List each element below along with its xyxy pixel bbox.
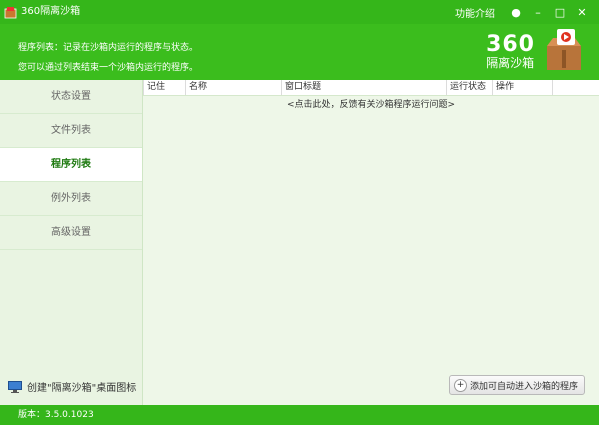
add-icon: + xyxy=(454,378,467,392)
create-desktop-icon-label: 创建"隔离沙箱"桌面图标 xyxy=(27,383,137,394)
close-button[interactable]: ✕ xyxy=(571,0,593,24)
app-logo-icon xyxy=(4,6,17,19)
monitor-icon xyxy=(8,380,22,393)
header-description-2: 您可以通过列表结束一个沙箱内运行的程序。 xyxy=(18,63,199,73)
sidebar-item-status-settings[interactable]: 状态设置 xyxy=(0,80,142,114)
create-desktop-icon-link[interactable]: 创建"隔离沙箱"桌面图标 xyxy=(8,379,136,394)
window-controls: 功能介绍 ● – □ ✕ xyxy=(455,0,593,24)
column-name[interactable]: 名称 xyxy=(185,80,281,95)
title-bar: 360隔离沙箱 功能介绍 ● – □ ✕ xyxy=(0,0,599,24)
table-header: 记住 名称 窗口标题 运行状态 操作 xyxy=(143,80,599,96)
sidebar-item-file-list[interactable]: 文件列表 xyxy=(0,114,142,148)
sidebar-item-advanced-settings[interactable]: 高级设置 xyxy=(0,216,142,250)
column-run-status[interactable]: 运行状态 xyxy=(446,80,492,95)
maximize-button[interactable]: □ xyxy=(549,0,571,24)
sidebar: 状态设置 文件列表 程序列表 例外列表 高级设置 创建"隔离沙箱"桌面图标 xyxy=(0,80,143,405)
sidebar-item-program-list[interactable]: 程序列表 xyxy=(0,148,142,182)
program-list-panel: 记住 名称 窗口标题 运行状态 操作 <点击此处，反馈有关沙箱程序运行问题> +… xyxy=(143,80,599,405)
brand-logo: 360 隔离沙箱 xyxy=(486,28,587,76)
header-description-1: 程序列表：记录在沙箱内运行的程序与状态。 xyxy=(18,43,199,53)
help-button[interactable]: ● xyxy=(505,0,527,24)
header-banner: 程序列表：记录在沙箱内运行的程序与状态。 您可以通过列表结束一个沙箱内运行的程序… xyxy=(0,24,599,80)
brand-name: 隔离沙箱 xyxy=(486,56,535,70)
brand-number: 360 xyxy=(486,32,535,57)
column-filler xyxy=(552,80,599,95)
sandbox-box-icon xyxy=(541,28,587,76)
feedback-link[interactable]: <点击此处，反馈有关沙箱程序运行问题> xyxy=(143,97,599,110)
function-intro-link[interactable]: 功能介绍 xyxy=(455,5,495,20)
status-bar: 版本：3.5.0.1023 xyxy=(0,405,599,425)
add-auto-sandbox-program-button[interactable]: + 添加可自动进入沙箱的程序 xyxy=(449,375,585,395)
column-remember[interactable]: 记住 xyxy=(143,80,185,95)
column-operation[interactable]: 操作 xyxy=(492,80,552,95)
add-auto-sandbox-program-label: 添加可自动进入沙箱的程序 xyxy=(470,381,579,392)
minimize-button[interactable]: – xyxy=(527,0,549,24)
window-title: 360隔离沙箱 xyxy=(21,6,81,17)
column-window-title[interactable]: 窗口标题 xyxy=(281,80,446,95)
version-label: 版本：3.5.0.1023 xyxy=(18,410,94,420)
sidebar-item-exception-list[interactable]: 例外列表 xyxy=(0,182,142,216)
